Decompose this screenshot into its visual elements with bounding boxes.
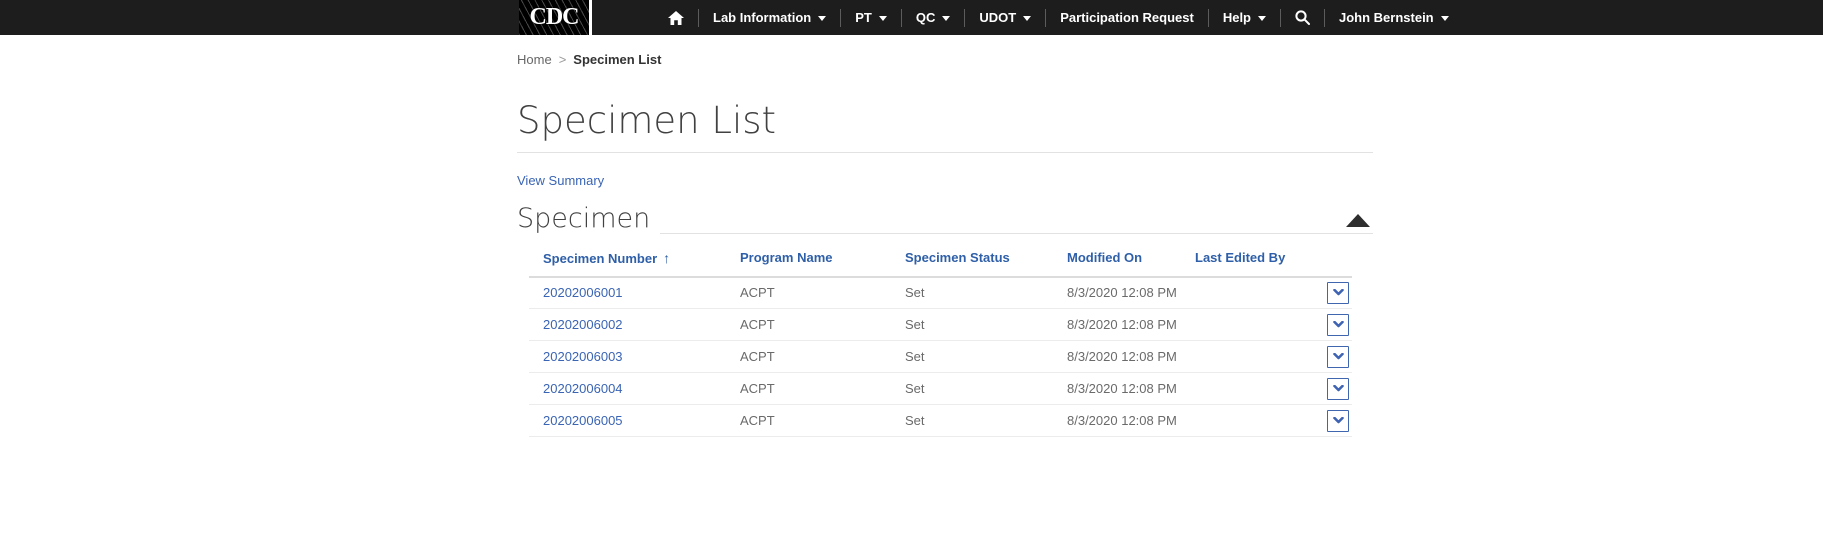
- specimen-number-link[interactable]: 20202006004: [543, 381, 623, 396]
- column-header-specimen-number[interactable]: Specimen Number↑: [529, 246, 740, 277]
- search-icon: [1295, 10, 1310, 25]
- chevron-down-icon: [942, 16, 950, 21]
- top-navbar: CDC Lab Information PT QC UDOT Participa…: [0, 0, 1823, 35]
- nav-item-pt[interactable]: PT: [841, 10, 901, 25]
- nav-item-qc[interactable]: QC: [902, 10, 965, 25]
- row-actions-dropdown-button[interactable]: [1327, 410, 1349, 432]
- nav-item-label: Lab Information: [713, 10, 811, 25]
- chevron-down-icon: [1333, 417, 1344, 424]
- chevron-down-icon: [879, 16, 887, 21]
- nav-item-user-menu[interactable]: John Bernstein: [1325, 10, 1463, 25]
- nav-item-search[interactable]: [1281, 10, 1324, 25]
- column-header-actions: [1310, 246, 1352, 277]
- chevron-down-icon: [1258, 16, 1266, 21]
- section-divider: [660, 233, 1373, 234]
- nav-menu: Lab Information PT QC UDOT Participation…: [654, 0, 1463, 35]
- table-row: 20202006002 ACPT Set 8/3/2020 12:08 PM: [529, 309, 1352, 341]
- chevron-down-icon: [818, 16, 826, 21]
- specimen-status-cell: Set: [905, 373, 1067, 405]
- table-row: 20202006004 ACPT Set 8/3/2020 12:08 PM: [529, 373, 1352, 405]
- column-header-program-name[interactable]: Program Name: [740, 246, 905, 277]
- nav-item-label: UDOT: [979, 10, 1016, 25]
- nav-item-lab-information[interactable]: Lab Information: [699, 10, 840, 25]
- breadcrumb: Home > Specimen List: [517, 35, 1373, 67]
- specimen-status-cell: Set: [905, 309, 1067, 341]
- row-actions-dropdown-button[interactable]: [1327, 282, 1349, 304]
- column-header-last-edited-by[interactable]: Last Edited By: [1195, 246, 1310, 277]
- modified-on-cell: 8/3/2020 12:08 PM: [1067, 373, 1195, 405]
- modified-on-cell: 8/3/2020 12:08 PM: [1067, 341, 1195, 373]
- row-actions-dropdown-button[interactable]: [1327, 346, 1349, 368]
- page-title: Specimen List: [517, 100, 1373, 143]
- program-name-cell: ACPT: [740, 405, 905, 437]
- title-divider: [517, 152, 1373, 153]
- column-header-modified-on[interactable]: Modified On: [1067, 246, 1195, 277]
- cdc-logo[interactable]: CDC: [519, 0, 592, 35]
- specimen-number-link[interactable]: 20202006002: [543, 317, 623, 332]
- last-edited-by-cell: [1195, 405, 1310, 437]
- nav-item-label: QC: [916, 10, 936, 25]
- specimen-status-cell: Set: [905, 341, 1067, 373]
- program-name-cell: ACPT: [740, 277, 905, 309]
- home-icon: [668, 11, 684, 25]
- table-row: 20202006005 ACPT Set 8/3/2020 12:08 PM: [529, 405, 1352, 437]
- nav-item-help[interactable]: Help: [1209, 10, 1280, 25]
- main-content: Home > Specimen List Specimen List View Su…: [517, 35, 1373, 437]
- row-actions-dropdown-button[interactable]: [1327, 378, 1349, 400]
- program-name-cell: ACPT: [740, 309, 905, 341]
- nav-item-label: PT: [855, 10, 872, 25]
- specimen-status-cell: Set: [905, 277, 1067, 309]
- specimen-number-link[interactable]: 20202006005: [543, 413, 623, 428]
- modified-on-cell: 8/3/2020 12:08 PM: [1067, 405, 1195, 437]
- last-edited-by-cell: [1195, 309, 1310, 341]
- nav-item-label: Participation Request: [1060, 10, 1194, 25]
- last-edited-by-cell: [1195, 341, 1310, 373]
- chevron-down-icon: [1333, 289, 1344, 296]
- breadcrumb-separator: >: [559, 52, 567, 67]
- table-row: 20202006001 ACPT Set 8/3/2020 12:08 PM: [529, 277, 1352, 309]
- view-summary-link[interactable]: View Summary: [517, 173, 604, 188]
- last-edited-by-cell: [1195, 373, 1310, 405]
- nav-item-home[interactable]: [654, 11, 698, 25]
- breadcrumb-home-link[interactable]: Home: [517, 52, 552, 67]
- chevron-down-icon: [1333, 353, 1344, 360]
- program-name-cell: ACPT: [740, 373, 905, 405]
- chevron-down-icon: [1333, 321, 1344, 328]
- program-name-cell: ACPT: [740, 341, 905, 373]
- cdc-logo-text: CDC: [530, 4, 579, 31]
- specimen-section-header: Specimen: [517, 203, 1373, 234]
- nav-item-label: Help: [1223, 10, 1251, 25]
- modified-on-cell: 8/3/2020 12:08 PM: [1067, 277, 1195, 309]
- nav-item-label: John Bernstein: [1339, 10, 1434, 25]
- sort-ascending-icon: ↑: [663, 250, 670, 266]
- section-title: Specimen: [517, 203, 650, 234]
- nav-item-udot[interactable]: UDOT: [965, 10, 1045, 25]
- modified-on-cell: 8/3/2020 12:08 PM: [1067, 309, 1195, 341]
- chevron-down-icon: [1441, 16, 1449, 21]
- table-row: 20202006003 ACPT Set 8/3/2020 12:08 PM: [529, 341, 1352, 373]
- last-edited-by-cell: [1195, 277, 1310, 309]
- collapse-section-button[interactable]: [1346, 214, 1370, 227]
- specimen-table: Specimen Number↑ Program Name Specimen S…: [529, 246, 1352, 438]
- specimen-number-link[interactable]: 20202006003: [543, 349, 623, 364]
- breadcrumb-current: Specimen List: [573, 52, 661, 67]
- nav-item-participation-request[interactable]: Participation Request: [1046, 10, 1208, 25]
- specimen-status-cell: Set: [905, 405, 1067, 437]
- chevron-down-icon: [1333, 385, 1344, 392]
- table-header-row: Specimen Number↑ Program Name Specimen S…: [529, 246, 1352, 277]
- chevron-down-icon: [1023, 16, 1031, 21]
- row-actions-dropdown-button[interactable]: [1327, 314, 1349, 336]
- column-header-specimen-status[interactable]: Specimen Status: [905, 246, 1067, 277]
- specimen-number-link[interactable]: 20202006001: [543, 285, 623, 300]
